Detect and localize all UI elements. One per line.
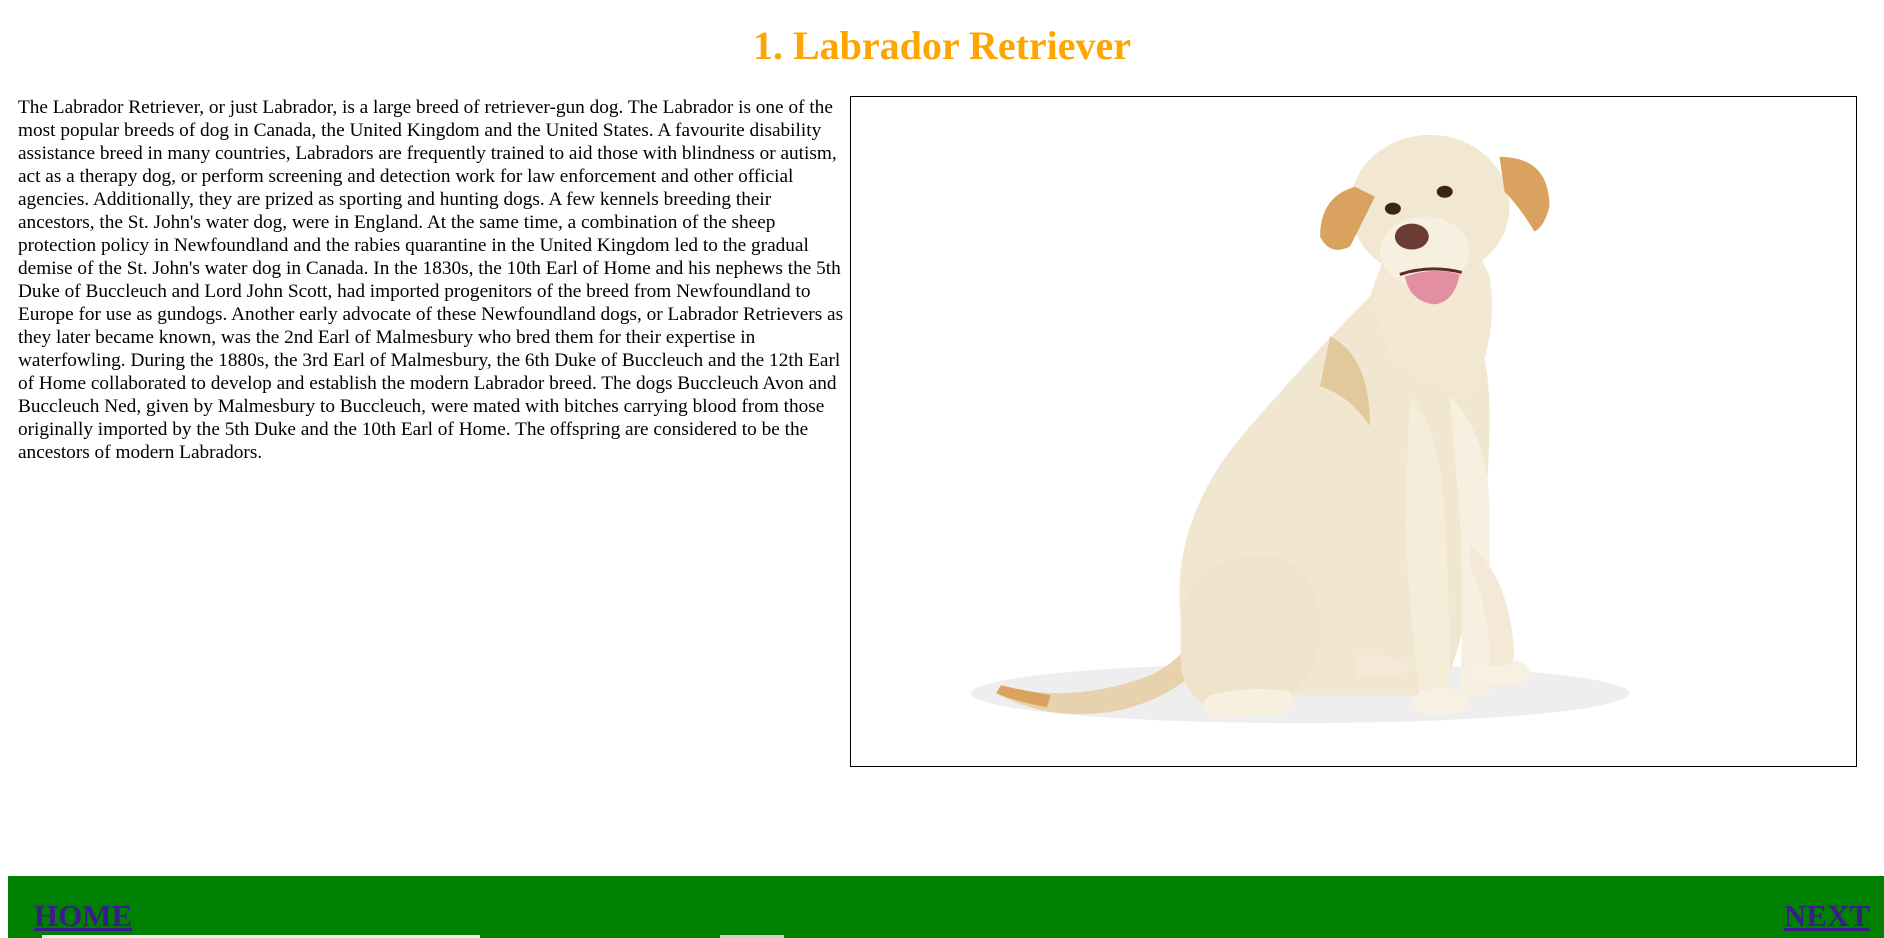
dog-image <box>850 96 1857 767</box>
footer-bar: HOME NEXT <box>8 876 1884 938</box>
page: 1. Labrador Retriever The Labrador Retri… <box>0 0 1884 938</box>
article-text: The Labrador Retriever, or just Labrador… <box>18 97 844 463</box>
labrador-illustration <box>971 134 1630 724</box>
home-link[interactable]: HOME <box>34 898 132 934</box>
next-link[interactable]: NEXT <box>1784 898 1870 934</box>
page-title: 1. Labrador Retriever <box>752 23 1132 68</box>
